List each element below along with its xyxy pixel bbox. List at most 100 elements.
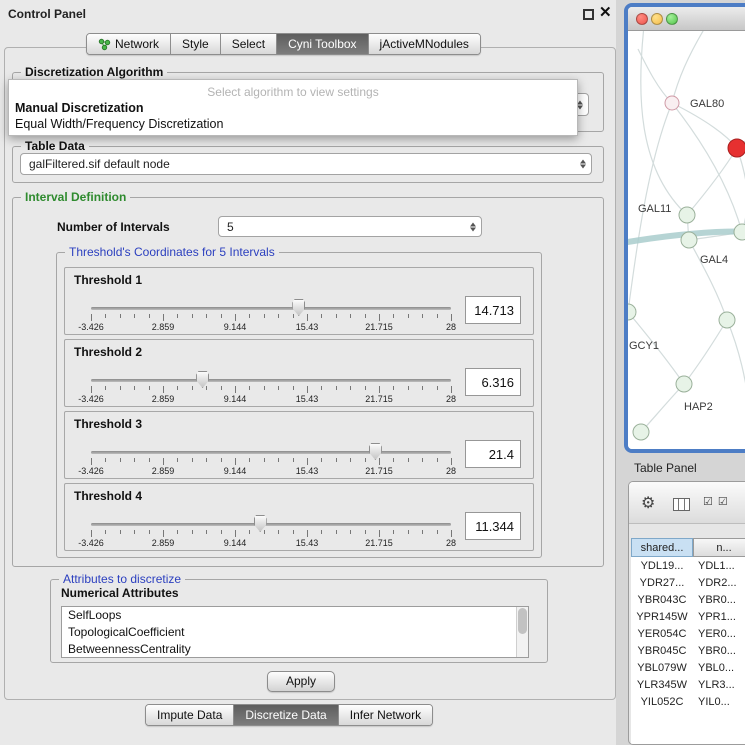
table-row[interactable]: YER054CYER0... xyxy=(631,625,745,642)
slider-tick xyxy=(278,386,279,390)
slider-tick xyxy=(408,314,409,318)
threshold-value-field[interactable]: 11.344 xyxy=(465,512,521,540)
slider-track[interactable] xyxy=(91,523,451,526)
network-canvas[interactable]: GAL80GAL11GAL4GCY1HAP2 xyxy=(628,31,745,449)
slider-tick xyxy=(221,530,222,534)
threshold-label: Threshold 2 xyxy=(74,345,142,359)
network-node[interactable] xyxy=(679,207,695,223)
slider-tick xyxy=(120,386,121,390)
slider-tick xyxy=(235,386,236,393)
network-node[interactable] xyxy=(676,376,692,392)
slider-tick xyxy=(307,458,308,465)
list-scrollbar[interactable] xyxy=(516,607,528,657)
list-item[interactable]: TopologicalCoefficient xyxy=(62,624,528,641)
network-window-titlebar[interactable] xyxy=(628,7,745,31)
minimize-traffic-light-icon[interactable] xyxy=(651,13,663,25)
slider-tick xyxy=(336,458,337,462)
slider-tick xyxy=(163,458,164,465)
slider-tick xyxy=(235,314,236,321)
slider-tick xyxy=(379,458,380,465)
slider-track[interactable] xyxy=(91,307,451,310)
slider-tick xyxy=(177,530,178,534)
dropdown-option-manual-discretization[interactable]: Manual Discretization xyxy=(15,101,144,115)
zoom-traffic-light-icon[interactable] xyxy=(666,13,678,25)
table-row[interactable]: YBL079WYBL0... xyxy=(631,659,745,676)
interval-definition-title: Interval Definition xyxy=(21,190,130,204)
table-row[interactable]: YDR27...YDR2... xyxy=(631,574,745,591)
tab-jactivemnodules[interactable]: jActiveMNodules xyxy=(369,34,480,54)
scale-label: 28 xyxy=(446,322,456,332)
algorithm-dropdown-popup: Select algorithm to view settings Manual… xyxy=(8,79,578,136)
table-row[interactable]: YDL19...YDL1... xyxy=(631,557,745,574)
tab-discretize-data[interactable]: Discretize Data xyxy=(234,705,338,725)
network-node[interactable] xyxy=(681,232,697,248)
table-row[interactable]: YLR345WYLR3... xyxy=(631,676,745,693)
dropdown-option-equal-width-frequency[interactable]: Equal Width/Frequency Discretization xyxy=(15,117,223,131)
table-row[interactable]: YPR145WYPR1... xyxy=(631,608,745,625)
slider-tick xyxy=(105,458,106,462)
slider-tick xyxy=(379,386,380,393)
list-item[interactable]: BetweennessCentrality xyxy=(62,641,528,658)
slider-thumb[interactable] xyxy=(292,299,305,316)
cell-shared-name: YBL079W xyxy=(631,662,693,674)
close-traffic-light-icon[interactable] xyxy=(636,13,648,25)
threshold-box-2: Threshold 2-3.4262.8599.14415.4321.71528… xyxy=(64,339,534,407)
slider-tick xyxy=(221,458,222,462)
num-intervals-combo[interactable]: 5 xyxy=(218,216,482,237)
list-scrollbar-thumb[interactable] xyxy=(518,608,527,634)
table-data-combo[interactable]: galFiltered.sif default node xyxy=(20,153,592,175)
slider-tick xyxy=(177,458,178,462)
slider-tick xyxy=(134,386,135,390)
table-row[interactable]: YBR043CYBR0... xyxy=(631,591,745,608)
slider-track[interactable] xyxy=(91,451,451,454)
cell-name: YPR1... xyxy=(693,611,745,623)
network-node[interactable] xyxy=(628,304,636,320)
close-icon[interactable]: ✕ xyxy=(599,3,612,21)
tab-cyni-toolbox[interactable]: Cyni Toolbox xyxy=(277,34,368,54)
slider-tick xyxy=(134,458,135,462)
network-node[interactable] xyxy=(633,424,649,440)
network-node[interactable] xyxy=(728,139,745,157)
column-header-1[interactable]: shared... xyxy=(631,538,693,557)
slider-tick xyxy=(293,530,294,534)
threshold-value-field[interactable]: 21.4 xyxy=(465,440,521,468)
slider-track[interactable] xyxy=(91,379,451,382)
slider-tick xyxy=(120,314,121,318)
slider-tick xyxy=(408,386,409,390)
network-node[interactable] xyxy=(734,224,745,240)
cell-name: YBL0... xyxy=(693,662,745,674)
tab-impute-data[interactable]: Impute Data xyxy=(146,705,234,725)
table-row[interactable]: YBR045CYBR0... xyxy=(631,642,745,659)
column-header-2[interactable]: n... xyxy=(693,538,745,557)
gear-icon[interactable]: ⚙ xyxy=(641,493,655,513)
columns-icon[interactable] xyxy=(673,498,690,511)
slider-tick xyxy=(264,458,265,462)
tab-label: jActiveMNodules xyxy=(380,37,469,51)
screen: Control Panel ✕ NetworkStyleSelectCyni T… xyxy=(0,0,745,745)
tab-infer-network[interactable]: Infer Network xyxy=(339,705,432,725)
slider-tick xyxy=(149,530,150,534)
network-node[interactable] xyxy=(665,96,679,110)
node-label: GAL4 xyxy=(700,254,728,266)
threshold-value-field[interactable]: 6.316 xyxy=(465,368,521,396)
row-selection-icons[interactable]: ☑ ☑ xyxy=(703,495,729,508)
scale-label: 2.859 xyxy=(152,538,175,548)
list-item[interactable]: SelfLoops xyxy=(62,607,528,624)
slider-tick xyxy=(177,314,178,318)
tab-network[interactable]: Network xyxy=(87,34,171,54)
threshold-value-field[interactable]: 14.713 xyxy=(465,296,521,324)
tab-select[interactable]: Select xyxy=(221,34,277,54)
table-row[interactable]: YIL052CYIL0... xyxy=(631,693,745,710)
apply-button[interactable]: Apply xyxy=(267,671,335,692)
float-window-icon[interactable] xyxy=(583,9,594,20)
slider-tick xyxy=(365,458,366,462)
node-label: GCY1 xyxy=(629,340,659,352)
slider-tick xyxy=(321,386,322,390)
slider-tick xyxy=(393,530,394,534)
network-node[interactable] xyxy=(719,312,735,328)
slider-tick xyxy=(192,386,193,390)
tab-style[interactable]: Style xyxy=(171,34,221,54)
scale-label: 15.43 xyxy=(296,538,319,548)
num-intervals-value: 5 xyxy=(227,217,234,238)
thresholds-group: Threshold's Coordinates for 5 Intervals … xyxy=(56,252,542,558)
